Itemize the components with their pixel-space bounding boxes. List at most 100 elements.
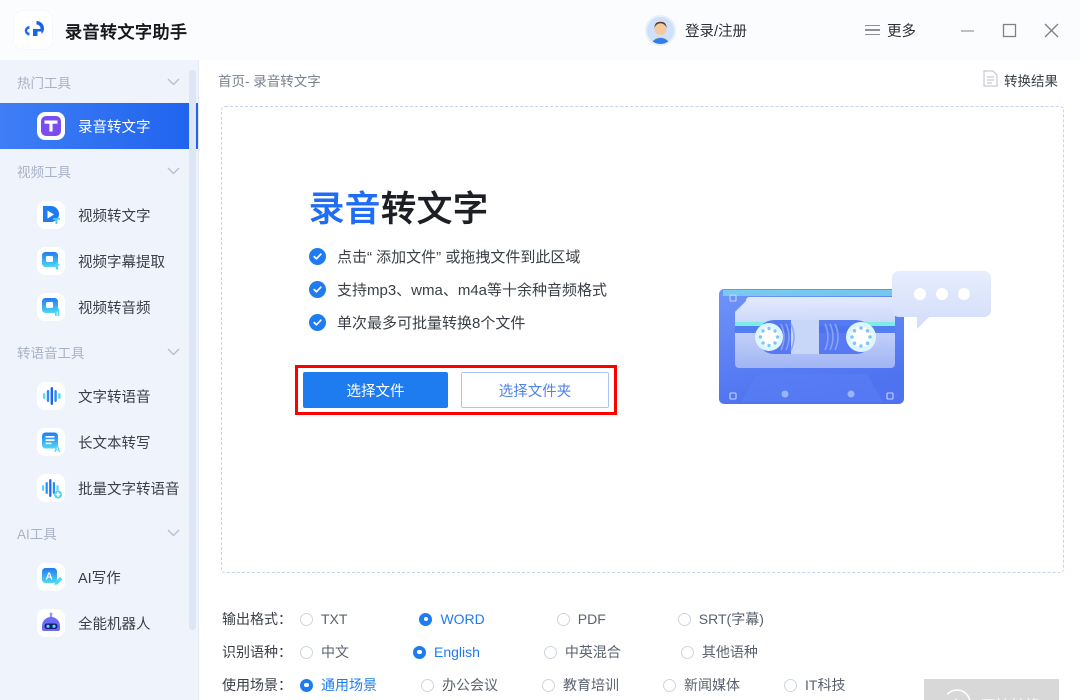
radio-label: English (434, 644, 480, 660)
breadcrumb-row: 首页- 录音转文字 转换结果 (200, 60, 1080, 100)
video-subtitle-extract-icon (37, 247, 65, 275)
video-to-text-icon (37, 201, 65, 229)
long-text-transcribe-icon: A (37, 428, 65, 456)
radio-label: 办公会议 (442, 677, 498, 693)
radio-dot-icon (784, 678, 797, 692)
sidebar-item-video-subtitle-extract[interactable]: 视频字幕提取 (0, 238, 198, 284)
more-label: 更多 (887, 23, 916, 40)
radio-scene-general[interactable]: 通用场景 (300, 675, 377, 695)
sidebar: 热门工具 录音转文字 视频工具 视频转文字 视频字幕提取 视频转音频 转语音工具… (0, 60, 199, 700)
select-folder-button[interactable]: 选择文件夹 (461, 372, 609, 408)
check-icon (309, 281, 326, 298)
sidebar-item-video-to-audio[interactable]: 视频转音频 (0, 284, 198, 330)
sidebar-item-text-to-speech[interactable]: 文字转语音 (0, 373, 198, 419)
radio-label: WORD (440, 611, 485, 627)
main-content: 首页- 录音转文字 转换结果 录音转文字 点击“ 添加文件” 或拖拽文件到此区域… (200, 60, 1080, 700)
radio-label: 教育培训 (563, 677, 619, 693)
page-title-highlight: 录音 (309, 190, 382, 229)
title-bar: 录音转文字助手 登录/注册 更多 (0, 0, 1080, 60)
radio-language-english[interactable]: English (413, 644, 480, 660)
radio-scene-office-meeting[interactable]: 办公会议 (421, 675, 498, 695)
sidebar-item-label: 文字转语音 (78, 389, 151, 406)
feature-item: 支持mp3、wma、m4a等十余种音频格式 (309, 279, 607, 300)
chevron-down-icon (167, 524, 180, 542)
breadcrumb: 首页- 录音转文字 (218, 74, 321, 89)
radio-dot-icon (419, 612, 433, 626)
radio-output-format-txt[interactable]: TXT (300, 611, 347, 627)
radio-language-chinese[interactable]: 中文 (300, 642, 349, 662)
sidebar-item-label: 长文本转写 (78, 435, 151, 452)
login-button[interactable]: 登录/注册 (644, 14, 747, 46)
app-title: 录音转文字助手 (65, 22, 188, 42)
radio-output-format-word[interactable]: WORD (419, 611, 485, 627)
file-dropzone[interactable]: 录音转文字 点击“ 添加文件” 或拖拽文件到此区域 支持mp3、wma、m4a等… (221, 106, 1064, 573)
radio-label: PDF (577, 611, 606, 627)
radio-label: 中文 (321, 644, 349, 660)
radio-language-mixed[interactable]: 中英混合 (543, 642, 621, 662)
radio-scene-education[interactable]: 教育培训 (542, 675, 619, 695)
select-file-button[interactable]: 选择文件 (303, 372, 448, 408)
sidebar-scrollbar[interactable] (189, 70, 196, 630)
window-controls (946, 10, 1072, 50)
radio-dot-icon (413, 645, 426, 659)
sidebar-item-label: AI写作 (78, 570, 121, 587)
radio-label: IT科技 (805, 677, 846, 693)
sidebar-group-label: 转语音工具 (17, 345, 85, 361)
radio-dot-icon (543, 645, 557, 659)
application-window: 录音转文字助手 登录/注册 更多 热门工具 录音转文字 视频工具 视频转文字 视… (0, 0, 1080, 700)
radio-scene-it-tech[interactable]: IT科技 (784, 675, 845, 695)
video-to-audio-icon (37, 293, 65, 321)
radio-dot-icon (663, 678, 676, 692)
radio-output-format-srt[interactable]: SRT(字幕) (677, 609, 764, 629)
sidebar-item-batch-text-to-speech[interactable]: 批量文字转语音 (0, 465, 198, 511)
sidebar-item-long-text-transcribe[interactable]: A 长文本转写 (0, 419, 198, 465)
avatar (644, 14, 676, 46)
option-row-recognition-language: 识别语种： 中文 English 中英混合 其他语种 (222, 640, 758, 664)
page-title: 录音转文字 (309, 181, 489, 232)
sidebar-item-robot[interactable]: 全能机器人 (0, 600, 198, 646)
start-conversion-button[interactable]: 开始转换 (924, 679, 1059, 700)
chevron-down-icon (167, 73, 180, 91)
sidebar-item-audio-to-text[interactable]: 录音转文字 (0, 103, 198, 149)
radio-dot-icon (680, 645, 694, 659)
radio-label: 中英混合 (564, 644, 621, 660)
check-icon (309, 314, 326, 331)
svg-text:A: A (46, 572, 53, 583)
check-icon (309, 248, 326, 265)
feature-label: 单次最多可批量转换8个文件 (337, 315, 526, 332)
sidebar-item-label: 视频转文字 (78, 208, 151, 225)
sidebar-item-label: 录音转文字 (78, 119, 151, 136)
option-label: 输出格式： (222, 611, 292, 627)
more-button[interactable]: 更多 (865, 20, 916, 41)
sidebar-item-label: 全能机器人 (78, 616, 151, 633)
audio-wave-circle-icon (942, 688, 972, 700)
radio-dot-icon (556, 612, 570, 626)
audio-to-text-icon (37, 112, 65, 140)
radio-scene-news-media[interactable]: 新闻媒体 (663, 675, 740, 695)
feature-item: 单次最多可批量转换8个文件 (309, 312, 525, 333)
chevron-down-icon (167, 343, 180, 361)
hamburger-icon (865, 24, 880, 36)
sidebar-group-ai-tools[interactable]: AI工具 (0, 511, 198, 554)
sidebar-item-video-to-text[interactable]: 视频转文字 (0, 192, 198, 238)
radio-label: 新闻媒体 (684, 677, 740, 693)
radio-output-format-pdf[interactable]: PDF (556, 611, 606, 627)
option-row-output-format: 输出格式： TXT WORD PDF SRT(字幕) (222, 607, 764, 631)
radio-language-other[interactable]: 其他语种 (680, 642, 758, 662)
sidebar-item-ai-writing[interactable]: A AI写作 (0, 554, 198, 600)
minimize-button[interactable] (946, 10, 988, 50)
sidebar-item-label: 批量文字转语音 (78, 481, 180, 498)
start-conversion-label: 开始转换 (980, 695, 1040, 700)
option-row-usage-scene: 使用场景： 通用场景 办公会议 教育培训 新闻媒体 IT科技 (222, 673, 845, 697)
close-button[interactable] (1030, 10, 1072, 50)
conversion-result-button[interactable]: 转换结果 (983, 70, 1058, 90)
sidebar-group-hot-tools[interactable]: 热门工具 (0, 60, 198, 103)
radio-dot-icon (300, 645, 313, 659)
sidebar-group-label: 热门工具 (17, 75, 71, 91)
maximize-button[interactable] (988, 10, 1030, 50)
sidebar-group-video-tools[interactable]: 视频工具 (0, 149, 198, 192)
sidebar-group-label: 视频工具 (17, 164, 71, 180)
radio-label: SRT(字幕) (698, 611, 764, 627)
chevron-down-icon (167, 162, 180, 180)
sidebar-group-tts-tools[interactable]: 转语音工具 (0, 330, 198, 373)
